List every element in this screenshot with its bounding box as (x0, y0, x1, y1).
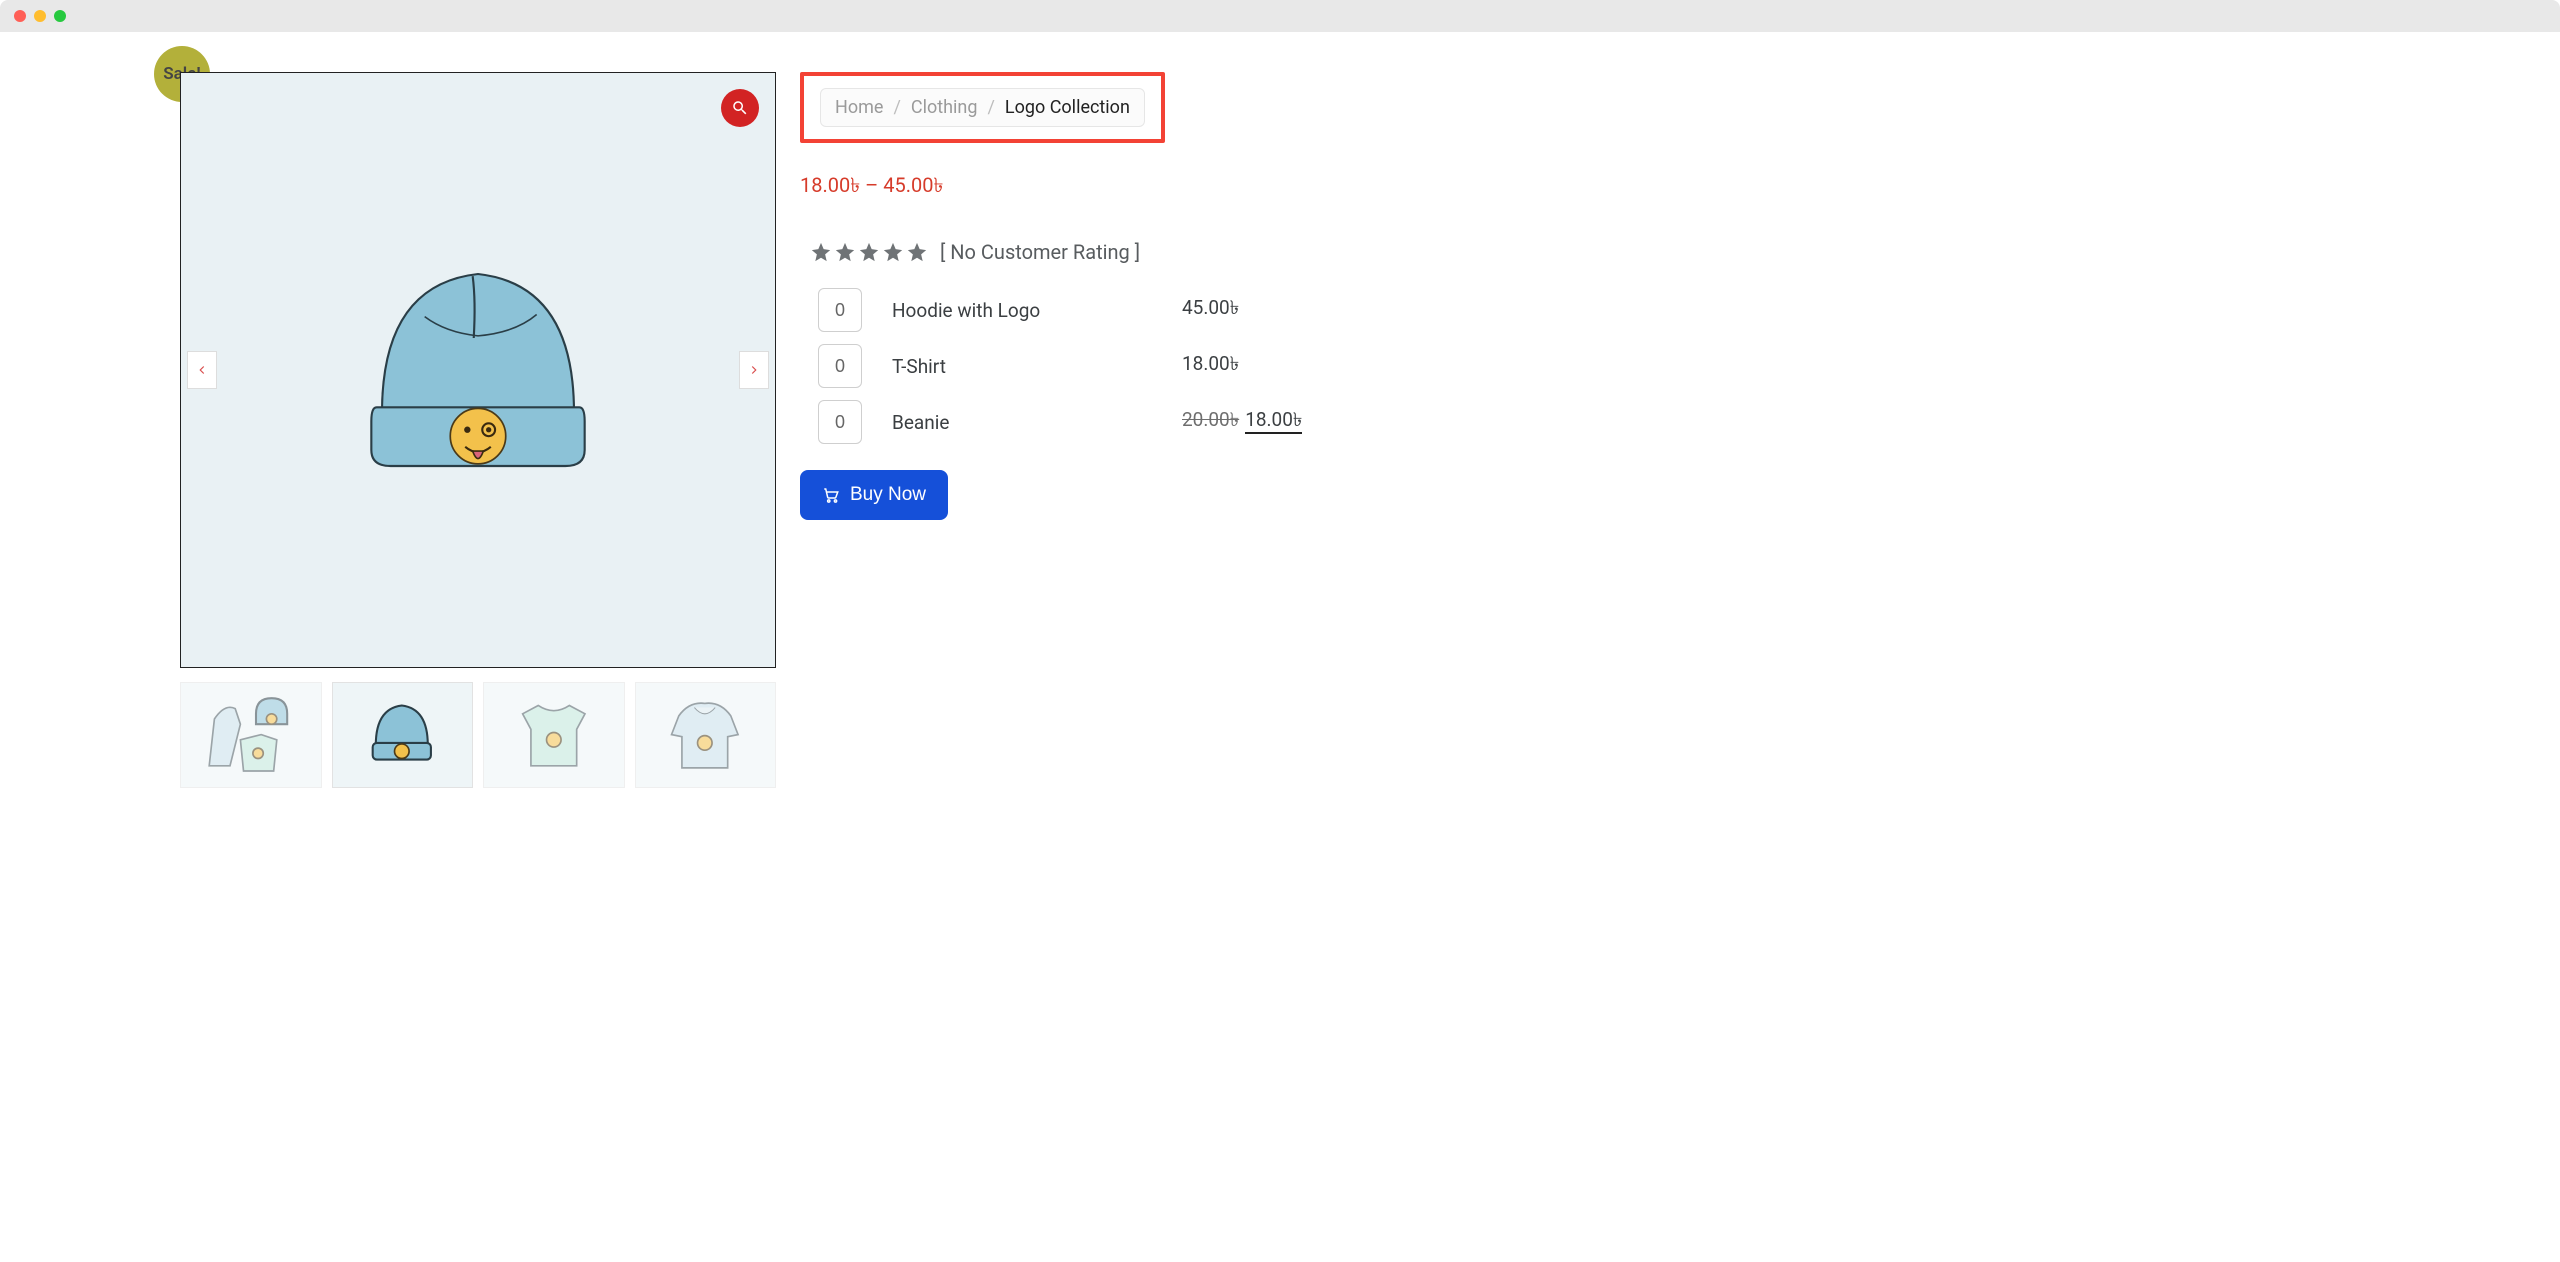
search-icon (731, 99, 749, 117)
star-icon (810, 241, 832, 263)
product-image-main (180, 72, 776, 668)
minimize-window-dot[interactable] (34, 10, 46, 22)
breadcrumb-current: Logo Collection (1005, 97, 1130, 118)
thumbnail-4[interactable] (635, 682, 777, 788)
variant-row: T-Shirt 18.00৳ (818, 344, 2380, 388)
product-details: Home / Clothing / Logo Collection 18.00৳… (800, 72, 2380, 788)
quantity-input[interactable] (818, 400, 862, 444)
chevron-left-icon (195, 363, 209, 377)
buy-now-label: Buy Now (850, 484, 926, 506)
variant-price: 20.00৳ 18.00৳ (1182, 406, 1302, 438)
product-image-beanie (318, 210, 638, 530)
sale-price: 18.00৳ (1245, 408, 1302, 434)
price-range: 18.00৳ – 45.00৳ (800, 171, 2380, 204)
breadcrumb: Home / Clothing / Logo Collection (820, 88, 1145, 127)
rating-row: [ No Customer Rating ] (800, 240, 2380, 264)
breadcrumb-highlight: Home / Clothing / Logo Collection (800, 72, 1165, 143)
gallery-next-button[interactable] (739, 351, 769, 389)
variant-name: T-Shirt (892, 355, 1182, 378)
breadcrumb-home[interactable]: Home (835, 97, 883, 118)
quantity-input[interactable] (818, 344, 862, 388)
chevron-right-icon (747, 363, 761, 377)
close-window-dot[interactable] (14, 10, 26, 22)
thumbnail-2[interactable] (332, 682, 474, 788)
quantity-input[interactable] (818, 288, 862, 332)
star-icon (882, 241, 904, 263)
breadcrumb-clothing[interactable]: Clothing (911, 97, 978, 118)
variant-name: Beanie (892, 411, 1182, 434)
maximize-window-dot[interactable] (54, 10, 66, 22)
thumbnail-1[interactable] (180, 682, 322, 788)
window-titlebar (0, 0, 2560, 32)
star-icon (906, 241, 928, 263)
gallery-prev-button[interactable] (187, 351, 217, 389)
variant-name: Hoodie with Logo (892, 299, 1182, 322)
rating-text: [ No Customer Rating ] (940, 240, 1140, 264)
variant-row: Hoodie with Logo 45.00৳ (818, 288, 2380, 332)
variant-price: 45.00৳ (1182, 294, 1239, 326)
breadcrumb-separator: / (987, 97, 994, 118)
buy-now-button[interactable]: Buy Now (800, 470, 948, 520)
variant-row: Beanie 20.00৳ 18.00৳ (818, 400, 2380, 444)
star-rating (810, 241, 928, 263)
cart-icon (822, 486, 840, 504)
product-gallery: Sale! (180, 72, 776, 788)
variant-price: 18.00৳ (1182, 350, 1239, 382)
star-icon (858, 241, 880, 263)
original-price: 20.00৳ (1182, 408, 1239, 431)
star-icon (834, 241, 856, 263)
zoom-button[interactable] (721, 89, 759, 127)
thumbnail-3[interactable] (483, 682, 625, 788)
variant-table: Hoodie with Logo 45.00৳ T-Shirt 18.00৳ B… (800, 288, 2380, 444)
gallery-thumbnails (180, 682, 776, 788)
breadcrumb-separator: / (893, 97, 900, 118)
